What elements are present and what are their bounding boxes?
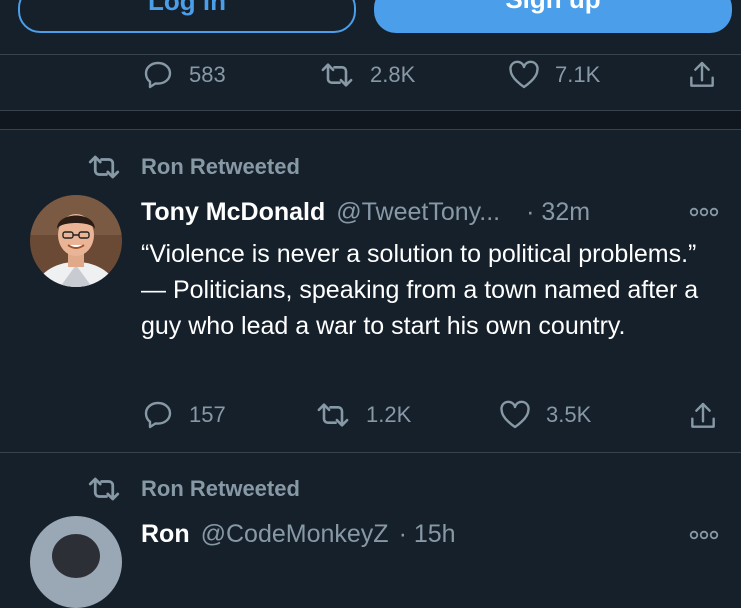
retweeted-by-label: Ron Retweeted [141, 154, 300, 179]
heart-icon [509, 60, 539, 89]
avatar[interactable] [30, 195, 122, 287]
tweet-text: “Violence is never a solution to politic… [141, 240, 699, 340]
retweet-button[interactable]: 2.8K [319, 58, 415, 92]
reply-icon [144, 401, 172, 429]
retweet-icon [88, 155, 120, 179]
signup-button[interactable]: Sign up [374, 0, 732, 33]
heart-icon [500, 400, 530, 429]
retweeted-by-label: Ron Retweeted [141, 476, 300, 501]
author-name[interactable]: Ron [141, 520, 190, 549]
more-options-icon[interactable] [689, 528, 719, 546]
share-button[interactable] [686, 58, 718, 92]
avatar[interactable] [30, 516, 122, 608]
reply-button[interactable]: 583 [142, 58, 226, 92]
reply-button[interactable]: 157 [142, 398, 226, 432]
reply-icon [144, 61, 172, 89]
like-button[interactable]: 7.1K [508, 58, 600, 92]
like-button[interactable]: 3.5K [499, 398, 591, 432]
share-icon [690, 61, 714, 87]
divider [0, 54, 741, 55]
retweet-icon [88, 477, 120, 501]
section-separator [0, 110, 741, 130]
signup-label: Sign up [505, 0, 600, 15]
retweet-count: 1.2K [366, 402, 412, 427]
tweet-time[interactable]: · 32m [526, 198, 590, 227]
share-button[interactable] [687, 399, 719, 433]
retweet-icon [321, 63, 353, 87]
retweet-count: 2.8K [370, 62, 416, 87]
tweet-header: Ron @CodeMonkeyZ · 15h [141, 520, 456, 549]
login-label: Log in [148, 0, 226, 16]
author-handle[interactable]: @TweetTony... [336, 198, 500, 227]
reply-count: 157 [189, 402, 226, 427]
like-count: 3.5K [546, 402, 592, 427]
reply-count: 583 [189, 62, 226, 87]
author-name[interactable]: Tony McDonald [141, 198, 325, 227]
retweet-context: Ron Retweeted [86, 472, 300, 506]
divider [0, 452, 741, 453]
tweet-header: Tony McDonald @TweetTony... · 32m [141, 198, 590, 227]
retweet-context: Ron Retweeted [86, 150, 300, 184]
tweet-time[interactable]: · 15h [399, 520, 456, 549]
author-handle[interactable]: @CodeMonkeyZ [201, 520, 389, 549]
retweet-button[interactable]: 1.2K [315, 398, 411, 432]
like-count: 7.1K [555, 62, 601, 87]
more-options-icon[interactable] [689, 205, 719, 223]
retweet-icon [317, 403, 349, 427]
login-button[interactable]: Log in [18, 0, 356, 33]
share-icon [691, 402, 715, 428]
